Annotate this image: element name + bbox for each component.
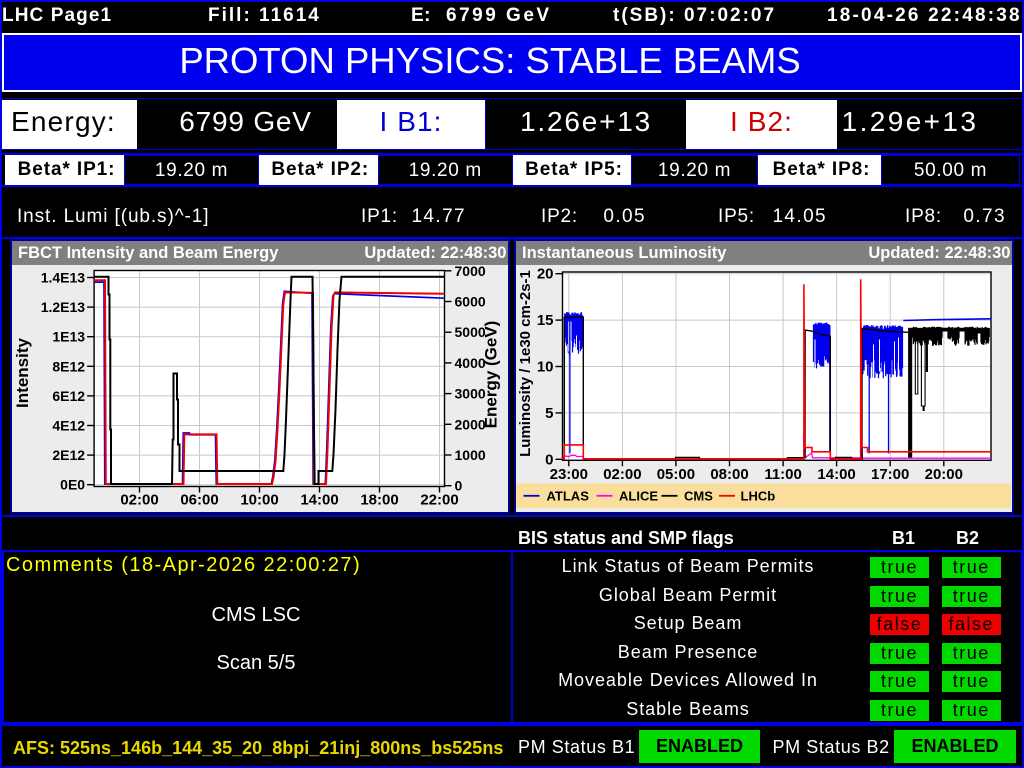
svg-text:1.2E13: 1.2E13 (41, 299, 86, 315)
svg-text:08:00: 08:00 (710, 466, 748, 483)
svg-text:14:00: 14:00 (817, 466, 855, 483)
svg-text:23:00: 23:00 (550, 466, 588, 483)
svg-text:7000: 7000 (455, 265, 486, 279)
svg-text:Luminosity / 1e30 cm-2s-1: Luminosity / 1e30 cm-2s-1 (517, 270, 534, 457)
svg-text:14:00: 14:00 (300, 491, 338, 508)
svg-text:LHCb: LHCb (741, 488, 776, 503)
svg-text:1000: 1000 (455, 447, 486, 463)
svg-text:20: 20 (537, 265, 554, 282)
svg-text:05:00: 05:00 (657, 466, 695, 483)
svg-text:02:00: 02:00 (120, 491, 158, 508)
svg-text:CMS: CMS (684, 488, 713, 503)
svg-text:0E0: 0E0 (60, 476, 85, 492)
svg-text:6000: 6000 (455, 293, 486, 309)
svg-text:4E12: 4E12 (52, 417, 85, 433)
svg-text:Intensity: Intensity (13, 337, 32, 407)
svg-text:02:00: 02:00 (603, 466, 641, 483)
svg-text:22:00: 22:00 (420, 491, 458, 508)
svg-text:ALICE: ALICE (619, 488, 658, 503)
svg-text:10:00: 10:00 (240, 491, 278, 508)
svg-text:11:00: 11:00 (764, 466, 802, 483)
svg-text:17:00: 17:00 (871, 466, 909, 483)
svg-text:15: 15 (537, 312, 554, 329)
svg-text:8E12: 8E12 (52, 358, 85, 374)
svg-text:18:00: 18:00 (360, 491, 398, 508)
svg-text:ATLAS: ATLAS (547, 488, 590, 503)
svg-text:1E13: 1E13 (52, 328, 85, 344)
svg-text:2E12: 2E12 (52, 447, 85, 463)
svg-text:20:00: 20:00 (925, 466, 963, 483)
svg-text:Energy (GeV): Energy (GeV) (482, 320, 501, 428)
svg-text:10: 10 (537, 358, 554, 375)
svg-text:6E12: 6E12 (52, 387, 85, 403)
svg-text:1.4E13: 1.4E13 (41, 269, 86, 285)
svg-text:06:00: 06:00 (180, 491, 218, 508)
svg-text:5: 5 (545, 404, 553, 421)
